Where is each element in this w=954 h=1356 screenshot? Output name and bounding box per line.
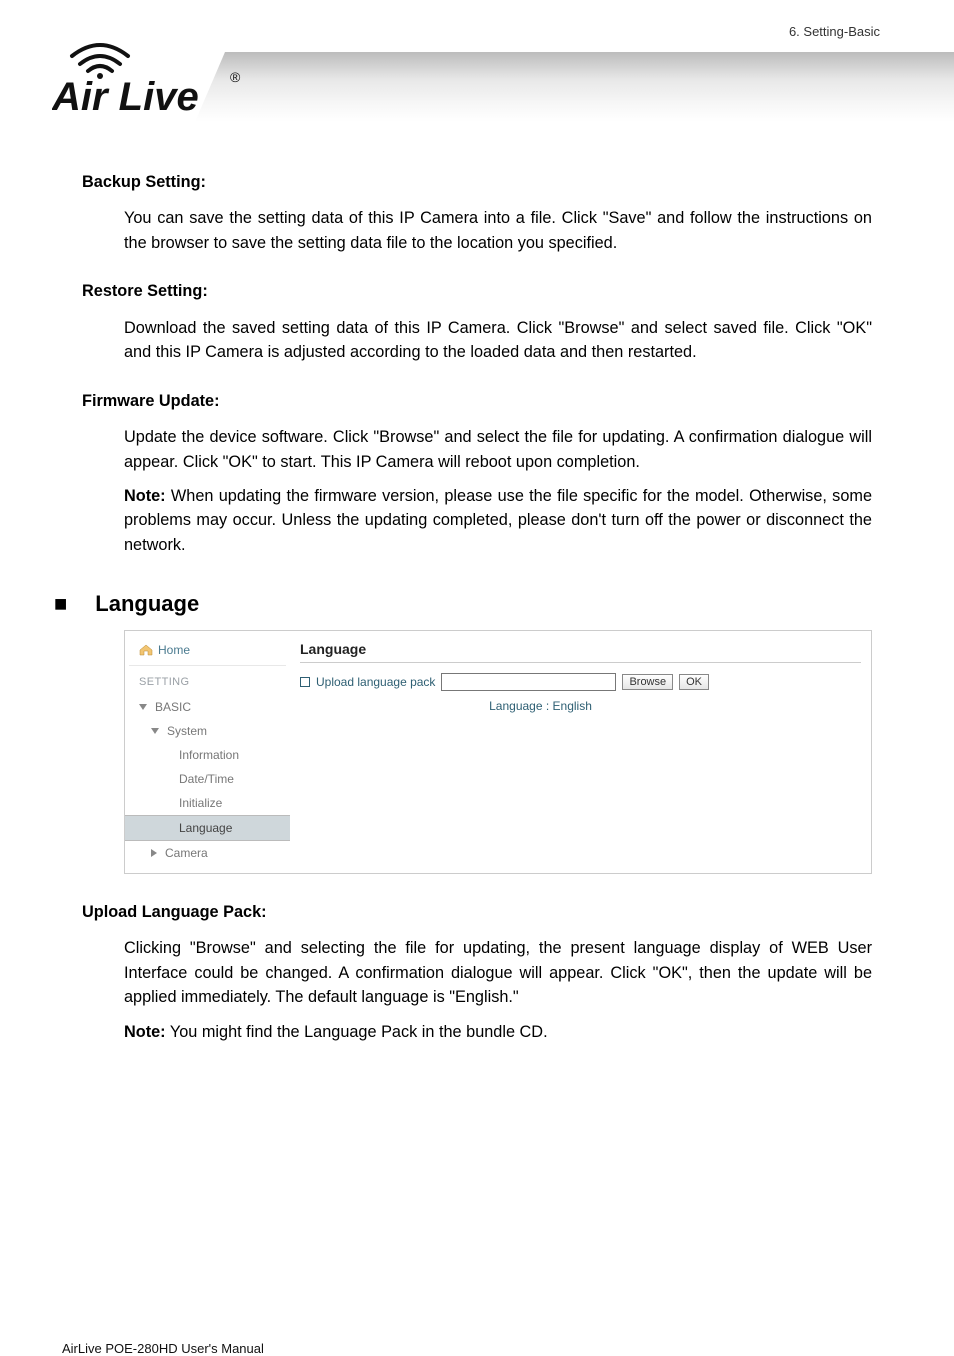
restore-paragraph: Download the saved setting data of this … (124, 316, 872, 365)
tree-language[interactable]: Language (125, 815, 290, 841)
tree-information-label: Information (179, 746, 239, 764)
tree-basic-label: BASIC (155, 698, 191, 716)
firmware-note: Note: When updating the firmware version… (124, 484, 872, 557)
setting-label: SETTING (125, 674, 290, 691)
ok-button[interactable]: OK (679, 674, 709, 690)
home-link[interactable]: Home (125, 639, 290, 665)
language-section-row: ■ Language (54, 587, 872, 620)
ui-screenshot: Home SETTING BASIC System Information (124, 630, 872, 874)
note-label: Note: (124, 487, 166, 505)
tree-initialize-label: Initialize (179, 794, 222, 812)
tree-datetime-label: Date/Time (179, 770, 234, 788)
chevron-down-icon (139, 704, 147, 710)
tree-camera[interactable]: Camera (125, 841, 290, 865)
restore-heading: Restore Setting: (82, 279, 872, 303)
document-body: Backup Setting: You can save the setting… (0, 150, 954, 1084)
tree-initialize[interactable]: Initialize (125, 791, 290, 815)
current-language-line: Language : English (300, 697, 861, 715)
tree-basic[interactable]: BASIC (125, 695, 290, 719)
tree-datetime[interactable]: Date/Time (125, 767, 290, 791)
upload-pack-note: Note: You might find the Language Pack i… (124, 1020, 872, 1044)
firmware-heading: Firmware Update: (82, 389, 872, 413)
airlive-logo: Air Live ® (52, 28, 252, 118)
language-section-title: Language (95, 587, 199, 620)
upload-pack-heading: Upload Language Pack: (82, 900, 872, 924)
square-bullet-icon (300, 677, 310, 687)
tree-language-label: Language (179, 819, 232, 837)
chevron-right-icon (151, 849, 157, 857)
browse-button[interactable]: Browse (622, 674, 673, 690)
sidebar-separator (129, 665, 286, 666)
upload-filepath-input[interactable] (441, 673, 616, 691)
note-label: Note: (124, 1023, 166, 1041)
svg-text:®: ® (230, 69, 241, 85)
upload-pack-paragraph: Clicking "Browse" and selecting the file… (124, 936, 872, 1009)
note-body: When updating the firmware version, plea… (124, 487, 872, 554)
backup-paragraph: You can save the setting data of this IP… (124, 206, 872, 255)
panel-header: Language (300, 639, 861, 663)
header-gradient (195, 52, 954, 122)
upload-label: Upload language pack (316, 673, 435, 691)
page-header: 6. Setting-Basic Air Live ® (0, 0, 954, 150)
home-icon (139, 644, 153, 656)
chevron-down-icon (151, 728, 159, 734)
chapter-label: 6. Setting-Basic (789, 24, 880, 39)
note-body: You might find the Language Pack in the … (166, 1023, 548, 1041)
firmware-paragraph: Update the device software. Click "Brows… (124, 425, 872, 474)
tree-system[interactable]: System (125, 719, 290, 743)
screenshot-container: Home SETTING BASIC System Information (124, 630, 872, 874)
tree-system-label: System (167, 722, 207, 740)
tree-camera-label: Camera (165, 844, 208, 862)
home-label: Home (158, 641, 190, 659)
backup-heading: Backup Setting: (82, 170, 872, 194)
footer-text: AirLive POE-280HD User's Manual (62, 1341, 264, 1356)
sidebar: Home SETTING BASIC System Information (125, 631, 290, 873)
main-panel: Language Upload language pack Browse OK … (290, 631, 871, 873)
section-bullet-icon: ■ (54, 587, 67, 620)
svg-text:Air Live: Air Live (52, 75, 199, 118)
tree-information[interactable]: Information (125, 743, 290, 767)
upload-row: Upload language pack Browse OK (300, 673, 861, 691)
